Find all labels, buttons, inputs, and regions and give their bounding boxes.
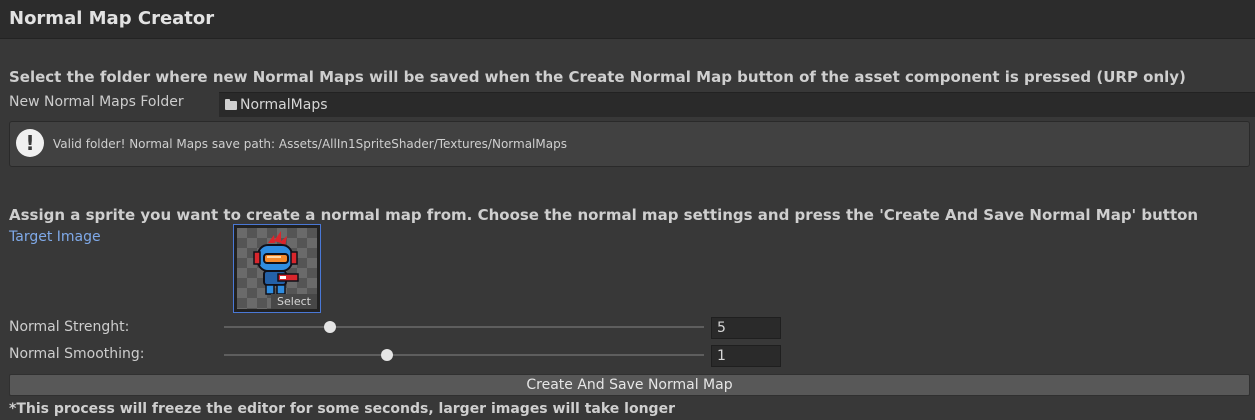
normal-smoothing-slider-thumb[interactable] [381, 349, 394, 361]
sprite-section-heading: Assign a sprite you want to create a nor… [9, 206, 1199, 224]
normal-strength-label: Normal Strenght: [9, 319, 130, 335]
normal-smoothing-slider-track[interactable] [224, 354, 704, 356]
valid-folder-helpbox: ! Valid folder! Normal Maps save path: A… [9, 121, 1250, 167]
folder-section-heading: Select the folder where new Normal Maps … [9, 68, 1186, 86]
help-message: Valid folder! Normal Maps save path: Ass… [53, 137, 567, 151]
normal-strength-slider-track[interactable] [224, 326, 704, 328]
normal-strength-slider-thumb[interactable] [323, 321, 336, 333]
normal-smoothing-label: Normal Smoothing: [9, 346, 145, 362]
create-and-save-normal-map-button[interactable]: Create And Save Normal Map [9, 374, 1250, 396]
target-image-object-field[interactable]: Select [233, 224, 321, 313]
folder-icon [225, 98, 237, 110]
info-exclamation-icon: ! [16, 129, 44, 157]
folder-field-label: New Normal Maps Folder [9, 94, 184, 110]
freeze-warning-footnote: *This process will freeze the editor for… [9, 401, 675, 417]
normal-strength-input[interactable]: 5 [711, 317, 781, 339]
folder-field-value: NormalMaps [240, 97, 328, 113]
select-sprite-button[interactable]: Select [271, 294, 317, 309]
target-image-label: Target Image [9, 229, 101, 245]
normal-maps-folder-field[interactable]: NormalMaps [219, 92, 1255, 117]
window-header: Normal Map Creator [0, 0, 1255, 39]
window-title: Normal Map Creator [9, 8, 215, 29]
normal-smoothing-input[interactable]: 1 [711, 345, 781, 367]
